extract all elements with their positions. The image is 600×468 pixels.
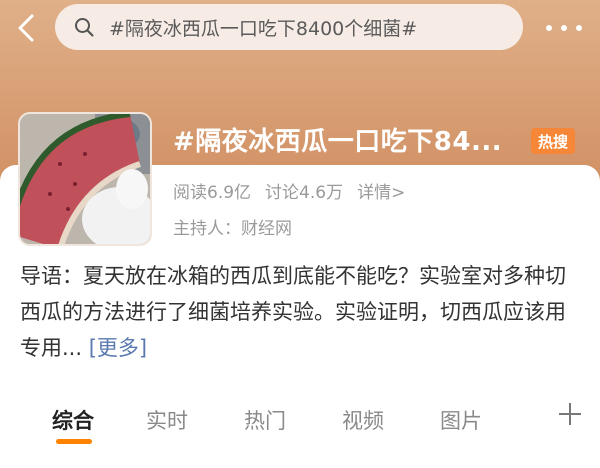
search-input[interactable]: #隔夜冰西瓜一口吃下8400个细菌# [55, 4, 523, 50]
more-options-button[interactable] [540, 16, 588, 40]
topic-intro: 导语：夏天放在冰箱的西瓜到底能不能吃？实验室对多种切西瓜的方法进行了细菌培养实验… [20, 258, 585, 366]
back-arrow-icon [18, 14, 34, 42]
discussion-count: 讨论4.6万 [265, 183, 344, 203]
more-dot [561, 25, 567, 31]
tab-bar: 综合 实时 热门 视频 图片 [0, 395, 600, 455]
more-dots-icon [546, 25, 552, 31]
watermelon-image [20, 114, 150, 244]
tab-realtime[interactable]: 实时 [146, 405, 188, 435]
plus-icon[interactable] [556, 400, 584, 428]
topic-title: #隔夜冰西瓜一口吃下84... [173, 127, 503, 157]
search-icon [75, 18, 94, 37]
details-link[interactable]: 详情> [357, 178, 405, 203]
tab-images[interactable]: 图片 [440, 405, 482, 435]
search-query-text: #隔夜冰西瓜一口吃下8400个细菌# [109, 17, 418, 40]
tab-popular[interactable]: 热门 [244, 405, 286, 435]
tab-video[interactable]: 视频 [342, 405, 384, 435]
back-button[interactable] [8, 8, 44, 48]
topic-stats: 阅读6.9亿 讨论4.6万 详情> [173, 178, 405, 203]
hot-badge: 热搜 [531, 128, 575, 154]
host-info[interactable]: 主持人：财经网 [173, 214, 292, 239]
more-link[interactable]: [更多] [89, 336, 147, 360]
active-tab-indicator [56, 439, 92, 444]
read-count: 阅读6.9亿 [173, 183, 252, 203]
tab-comprehensive[interactable]: 综合 [52, 405, 94, 435]
more-dot [576, 25, 582, 31]
topic-thumbnail[interactable] [18, 112, 152, 246]
